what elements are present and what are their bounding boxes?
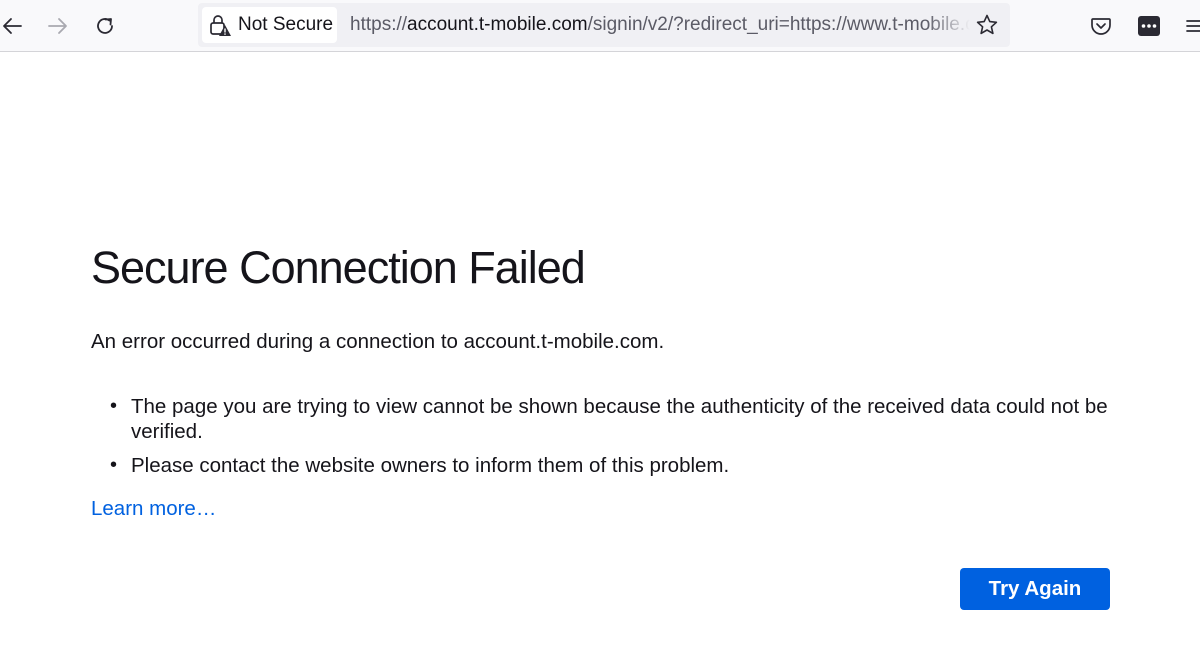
error-detail-text: Please contact the website owners to inf… [131,454,730,477]
url-path: /signin/v2/?redirect_uri=https://www.t-m… [587,14,970,35]
forward-arrow-icon [48,18,67,34]
learn-more-link[interactable]: Learn more… [91,497,216,521]
back-button[interactable] [0,8,30,44]
reload-button[interactable] [87,8,123,44]
not-secure-label: Not Secure [238,14,334,35]
url-bar[interactable]: Not Secure https://account.t-mobile.com/… [198,3,1010,47]
url-text[interactable]: https://account.t-mobile.com/signin/v2/?… [350,3,970,47]
error-description: An error occurred during a connection to… [91,330,665,353]
url-domain: account.t-mobile.com [407,14,588,35]
url-prefix: https:// [350,14,408,35]
insecure-lock-icon [210,15,231,36]
error-detail-item: • Please contact the website owners to i… [110,453,1120,478]
bookmark-button[interactable] [972,10,1002,40]
error-title: Secure Connection Failed [91,242,586,293]
try-again-button[interactable]: Try Again [960,568,1110,610]
bookmark-star-icon [976,14,998,35]
error-details-list: • The page you are trying to view cannot… [110,394,1120,487]
error-detail-text: The page you are trying to view cannot b… [131,395,1108,443]
site-identity-button[interactable]: Not Secure [202,7,337,43]
menu-button[interactable] [1178,10,1200,42]
extension-button[interactable] [1133,10,1165,42]
bullet-icon: • [110,454,118,476]
back-arrow-icon [3,18,22,34]
error-detail-item: • The page you are trying to view cannot… [110,394,1120,444]
pocket-icon [1091,18,1111,35]
bullet-icon: • [110,395,118,417]
extension-icon [1138,16,1160,36]
hamburger-menu-icon [1186,20,1200,32]
pocket-button[interactable] [1085,10,1117,42]
reload-icon [97,18,113,34]
forward-button[interactable] [40,8,76,44]
browser-toolbar: Not Secure https://account.t-mobile.com/… [0,0,1200,52]
